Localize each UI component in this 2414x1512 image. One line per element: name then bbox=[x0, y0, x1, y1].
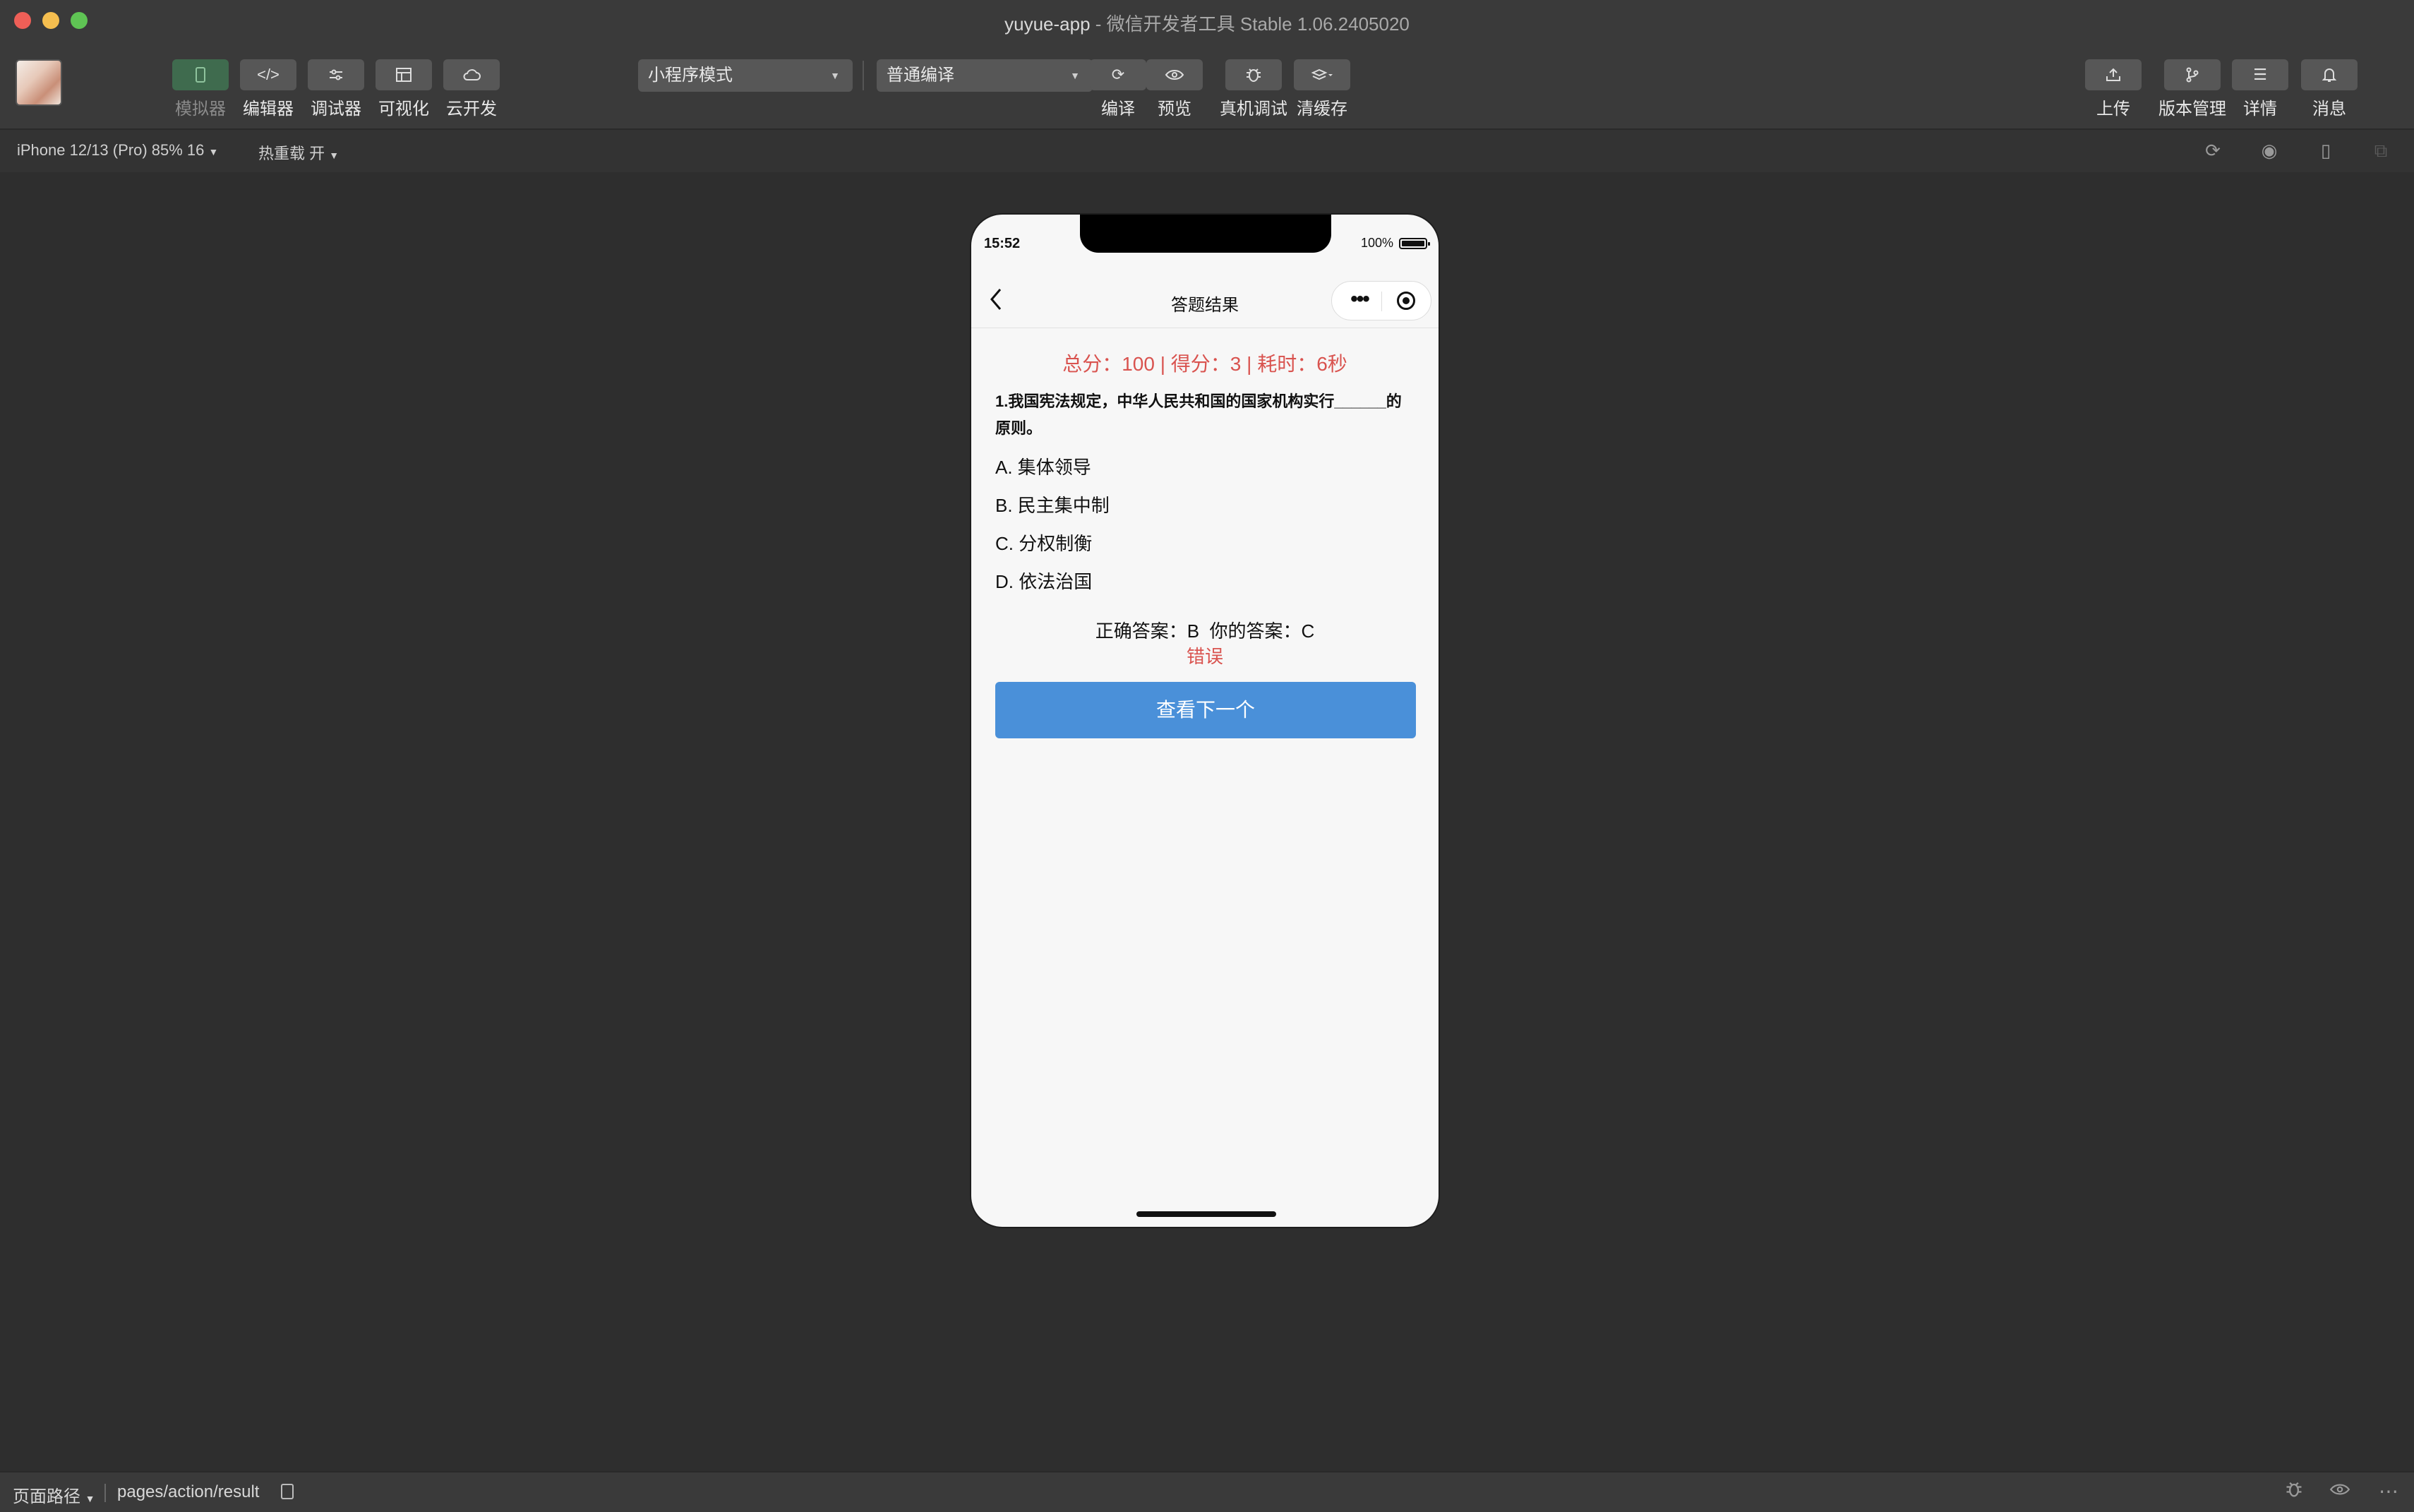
capsule-divider bbox=[1381, 292, 1382, 311]
toolbar-divider bbox=[863, 61, 864, 90]
bottombar-divider bbox=[104, 1484, 106, 1502]
cloud-dev-button[interactable]: 云开发 bbox=[443, 59, 500, 119]
compile-select-value: 普通编译 bbox=[887, 66, 954, 85]
record-icon[interactable]: ◉ bbox=[2259, 140, 2280, 161]
hot-reload-value: 热重载 开 bbox=[258, 145, 325, 162]
upload-label: 上传 bbox=[2096, 100, 2130, 119]
hot-reload-caret-icon: ▼ bbox=[329, 150, 340, 161]
home-indicator bbox=[1136, 1211, 1276, 1217]
verdict-label: 错误 bbox=[1186, 646, 1223, 667]
title-bar: yuyue-app - 微信开发者工具 Stable 1.06.2405020 bbox=[0, 0, 2414, 42]
main-toolbar: 模拟器 </> 编辑器 调试器 可视化 云开发 小程序模式 ▼ 普通编译 ▼ ⟳… bbox=[0, 42, 2414, 130]
simulator-label: 模拟器 bbox=[175, 100, 226, 119]
sliders-icon bbox=[308, 59, 364, 90]
phone-simulator: 15:52 100% 答题结果 ••• 总分：100 | 得分：3 | 耗时：6… bbox=[970, 213, 1440, 1228]
more-options-icon[interactable]: ⋯ bbox=[2379, 1480, 2398, 1503]
score-summary: 总分：100 | 得分：3 | 耗时：6秒 bbox=[1062, 353, 1347, 375]
status-time: 15:52 bbox=[984, 236, 1021, 251]
compile-label: 编译 bbox=[1101, 100, 1135, 119]
remote-debug-label: 真机调试 bbox=[1220, 100, 1287, 119]
simulator-subbar: iPhone 12/13 (Pro) 85% 16 ▼ 热重载 开 ▼ ⟳ ◉ … bbox=[0, 130, 2414, 172]
version-manage-button[interactable]: 版本管理 bbox=[2158, 59, 2226, 119]
capsule-menu: ••• bbox=[1331, 281, 1431, 320]
visual-label: 可视化 bbox=[378, 100, 429, 119]
cloud-dev-label: 云开发 bbox=[446, 100, 497, 119]
messages-button[interactable]: 消息 bbox=[2301, 59, 2358, 119]
bug-status-icon[interactable] bbox=[2284, 1480, 2304, 1504]
cloud-icon bbox=[443, 59, 500, 90]
layers-icon bbox=[1294, 59, 1350, 90]
preview-button[interactable]: 预览 bbox=[1146, 59, 1203, 119]
layout-icon bbox=[376, 59, 432, 90]
option-d: D. 依法治国 bbox=[995, 571, 1093, 592]
close-target-icon[interactable] bbox=[1397, 292, 1415, 310]
editor-label: 编辑器 bbox=[243, 100, 294, 119]
mini-program-navbar: 答题结果 ••• bbox=[971, 274, 1439, 328]
preview-label: 预览 bbox=[1158, 100, 1191, 119]
debugger-label: 调试器 bbox=[311, 100, 361, 119]
version-manage-label: 版本管理 bbox=[2158, 100, 2226, 119]
menu-icon: ☰ bbox=[2232, 59, 2288, 90]
bug-icon bbox=[1225, 59, 1282, 90]
simulator-button[interactable]: 模拟器 bbox=[172, 59, 229, 119]
window-title: yuyue-app - 微信开发者工具 Stable 1.06.2405020 bbox=[0, 10, 2414, 36]
details-button[interactable]: ☰ 详情 bbox=[2232, 59, 2288, 119]
refresh-icon: ⟳ bbox=[1090, 59, 1146, 90]
status-bar: 页面路径 ▼ pages/action/result ⋯ bbox=[0, 1471, 2414, 1512]
mode-select-value: 小程序模式 bbox=[648, 66, 733, 85]
option-c: C. 分权制衡 bbox=[995, 533, 1093, 554]
more-dots-icon[interactable]: ••• bbox=[1342, 289, 1377, 310]
debugger-button[interactable]: 调试器 bbox=[308, 59, 364, 119]
preview-eye-icon[interactable] bbox=[2329, 1480, 2350, 1504]
option-b: B. 民主集中制 bbox=[995, 495, 1110, 516]
page-path-select[interactable]: 页面路径 ▼ bbox=[13, 1482, 95, 1507]
device-select[interactable]: iPhone 12/13 (Pro) 85% 16 ▼ bbox=[17, 141, 218, 160]
editor-button[interactable]: </> 编辑器 bbox=[240, 59, 296, 119]
clear-cache-button[interactable]: 清缓存 bbox=[1294, 59, 1350, 119]
question-text: 1.我国宪法规定，中华人民共和国的国家机构实行______的原则。 bbox=[995, 392, 1402, 437]
upload-icon bbox=[2085, 59, 2142, 90]
battery-percent: 100% bbox=[1360, 236, 1393, 250]
next-question-button[interactable]: 查看下一个 bbox=[995, 682, 1416, 738]
option-a: A. 集体领导 bbox=[995, 457, 1091, 478]
device-frame-icon[interactable]: ▯ bbox=[2315, 140, 2336, 161]
upload-button[interactable]: 上传 bbox=[2085, 59, 2142, 119]
user-avatar[interactable] bbox=[16, 59, 62, 106]
copy-icon[interactable] bbox=[281, 1484, 294, 1499]
remote-debug-button[interactable]: 真机调试 bbox=[1220, 59, 1287, 119]
hot-reload-select[interactable]: 热重载 开 ▼ bbox=[258, 141, 339, 164]
bell-icon bbox=[2301, 59, 2358, 90]
compile-button[interactable]: ⟳ 编译 bbox=[1090, 59, 1146, 119]
phone-notch bbox=[1080, 215, 1331, 253]
details-label: 详情 bbox=[2243, 100, 2277, 119]
branch-icon bbox=[2164, 59, 2221, 90]
phone-icon bbox=[172, 59, 229, 90]
code-icon: </> bbox=[240, 59, 296, 90]
mode-select-caret-icon: ▼ bbox=[830, 70, 840, 81]
page-path-caret-icon: ▼ bbox=[85, 1493, 95, 1504]
compile-select[interactable]: 普通编译 ▼ bbox=[877, 59, 1093, 92]
status-battery: 100% bbox=[1360, 236, 1430, 251]
window-title-rest: - 微信开发者工具 Stable 1.06.2405020 bbox=[1090, 13, 1410, 35]
rotate-icon[interactable]: ⟳ bbox=[2202, 140, 2223, 161]
page-path-value: pages/action/result bbox=[117, 1482, 260, 1501]
answer-comparison: 正确答案：B 你的答案：C bbox=[1095, 620, 1315, 642]
visual-button[interactable]: 可视化 bbox=[376, 59, 432, 119]
clear-cache-label: 清缓存 bbox=[1297, 100, 1347, 119]
page-path-label: 页面路径 bbox=[13, 1487, 80, 1506]
compile-select-caret-icon: ▼ bbox=[1070, 70, 1080, 81]
window-app-name: yuyue-app bbox=[1004, 13, 1091, 35]
mode-select[interactable]: 小程序模式 ▼ bbox=[638, 59, 853, 92]
messages-label: 消息 bbox=[2312, 100, 2346, 119]
device-caret-icon: ▼ bbox=[208, 146, 219, 157]
battery-icon bbox=[1399, 237, 1430, 249]
detach-window-icon[interactable]: ⧉ bbox=[2370, 140, 2391, 161]
eye-icon bbox=[1146, 59, 1203, 90]
device-select-value: iPhone 12/13 (Pro) 85% 16 bbox=[17, 141, 205, 159]
